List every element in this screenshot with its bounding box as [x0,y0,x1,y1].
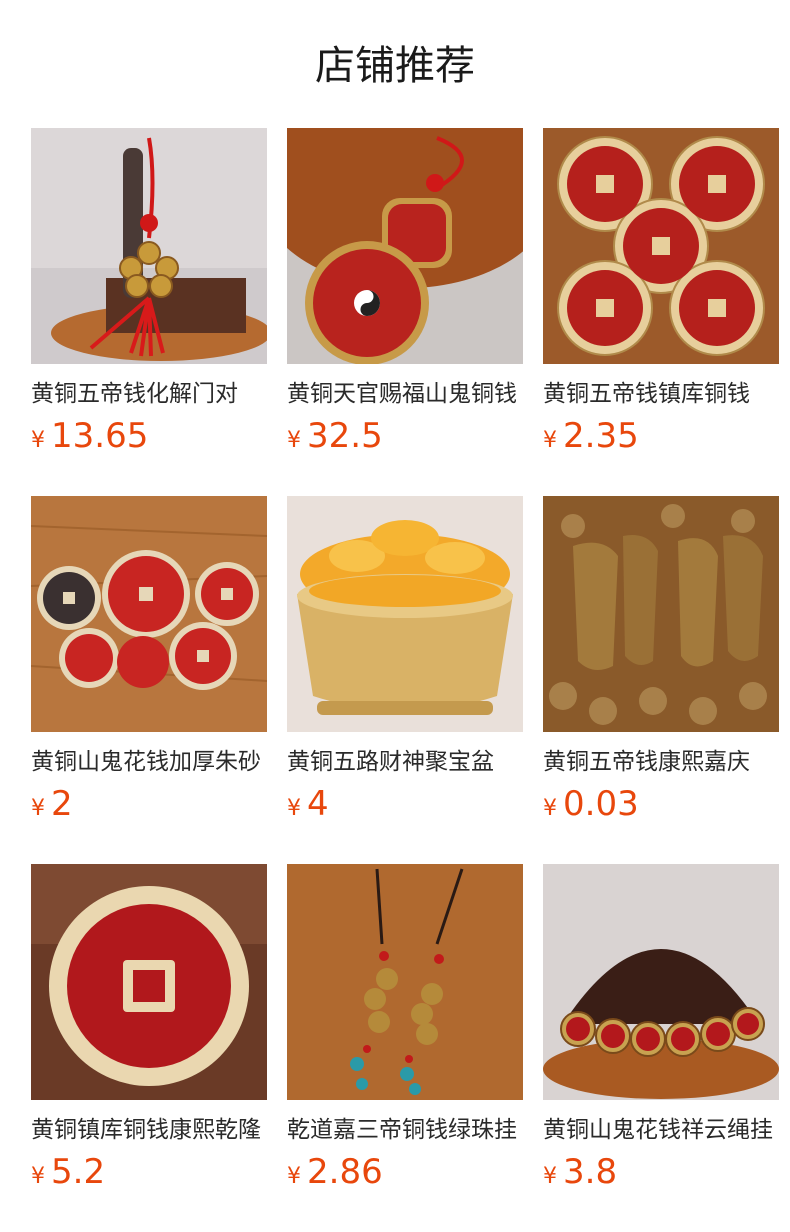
product-card[interactable]: 黄铜山鬼花钱祥云绳挂 ¥3.8 [543,864,779,1204]
product-price: ¥2.35 [543,414,639,464]
price-value: 2.35 [563,416,639,456]
currency-symbol: ¥ [287,428,301,453]
product-price: ¥2 [31,782,73,832]
product-price: ¥2.86 [287,1150,383,1200]
product-image[interactable] [287,496,523,732]
product-card[interactable]: 黄铜山鬼花钱加厚朱砂 ¥2 [31,496,267,836]
currency-symbol: ¥ [31,428,45,453]
product-price: ¥5.2 [31,1150,105,1200]
product-image[interactable] [543,864,779,1100]
product-image[interactable] [287,128,523,364]
product-price: ¥0.03 [543,782,639,832]
product-price: ¥4 [287,782,329,832]
currency-symbol: ¥ [287,1164,301,1189]
page-title: 店铺推荐 [315,43,475,89]
currency-symbol: ¥ [543,428,557,453]
product-image[interactable] [31,128,267,364]
product-card[interactable]: 乾道嘉三帝铜钱绿珠挂 ¥2.86 [287,864,523,1204]
product-card[interactable]: 黄铜五帝钱康熙嘉庆 ¥0.03 [543,496,779,836]
product-card[interactable]: 黄铜五帝钱化解门对 ¥13.65 [31,128,267,468]
product-name[interactable]: 黄铜镇库铜钱康熙乾隆 [31,1114,267,1146]
currency-symbol: ¥ [543,796,557,821]
product-name[interactable]: 黄铜五帝钱康熙嘉庆 [543,746,779,778]
product-name[interactable]: 黄铜山鬼花钱加厚朱砂 [31,746,267,778]
price-value: 2.86 [307,1152,383,1192]
product-card[interactable]: 黄铜镇库铜钱康熙乾隆 ¥5.2 [31,864,267,1204]
currency-symbol: ¥ [31,796,45,821]
price-value: 5.2 [51,1152,106,1192]
price-value: 0.03 [563,784,639,824]
product-name[interactable]: 乾道嘉三帝铜钱绿珠挂 [287,1114,523,1146]
product-card[interactable]: 黄铜五路财神聚宝盆 ¥4 [287,496,523,836]
product-image[interactable] [543,496,779,732]
product-name[interactable]: 黄铜五帝钱镇库铜钱 [543,378,779,410]
currency-symbol: ¥ [287,796,301,821]
price-value: 3.8 [563,1152,618,1192]
product-image[interactable] [287,864,523,1100]
price-value: 2 [51,784,73,824]
product-price: ¥32.5 [287,414,383,464]
product-name[interactable]: 黄铜山鬼花钱祥云绳挂 [543,1114,779,1146]
price-value: 4 [307,784,329,824]
product-name[interactable]: 黄铜天官赐福山鬼铜钱 [287,378,523,410]
product-name[interactable]: 黄铜五帝钱化解门对 [31,378,267,410]
product-card[interactable]: 黄铜天官赐福山鬼铜钱 ¥32.5 [287,128,523,468]
price-value: 32.5 [307,416,383,456]
price-value: 13.65 [51,416,149,456]
currency-symbol: ¥ [543,1164,557,1189]
product-price: ¥3.8 [543,1150,617,1200]
product-name[interactable]: 黄铜五路财神聚宝盆 [287,746,523,778]
product-image[interactable] [543,128,779,364]
product-price: ¥13.65 [31,414,148,464]
currency-symbol: ¥ [31,1164,45,1189]
product-card[interactable]: 黄铜五帝钱镇库铜钱 ¥2.35 [543,128,779,468]
product-image[interactable] [31,864,267,1100]
product-image[interactable] [31,496,267,732]
